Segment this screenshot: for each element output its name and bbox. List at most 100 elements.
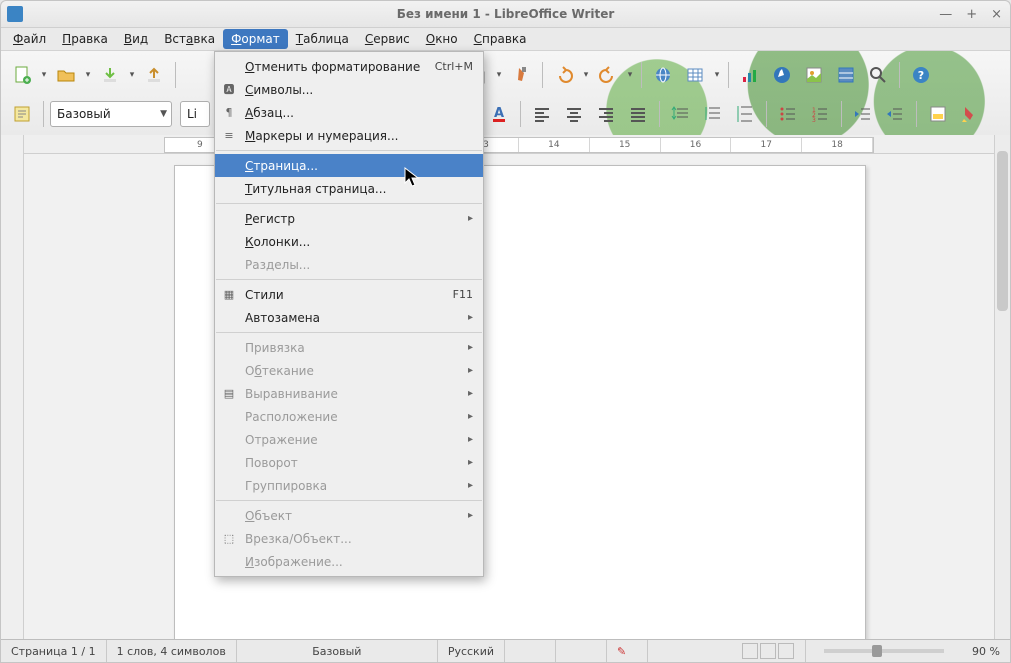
menu-вид[interactable]: Вид [116, 29, 156, 49]
menu-item[interactable]: ≡Маркеры и нумерация... [215, 124, 483, 147]
chart-icon[interactable] [735, 60, 765, 90]
open-dropdown[interactable]: ▾ [83, 70, 93, 80]
view-layout[interactable] [731, 640, 806, 662]
increase-indent-icon[interactable] [848, 99, 878, 129]
font-name-value: Li [187, 107, 197, 121]
hyperlink-icon[interactable] [648, 60, 678, 90]
table-icon[interactable] [680, 60, 710, 90]
maximize-button[interactable]: + [966, 7, 977, 22]
menu-item-label: Разделы... [245, 258, 310, 272]
zoom-icon[interactable] [863, 60, 893, 90]
datasource-icon[interactable] [831, 60, 861, 90]
horizontal-ruler: 9101112131415161718 [24, 135, 994, 154]
decrease-indent-icon[interactable] [880, 99, 910, 129]
export-icon[interactable] [139, 60, 169, 90]
separator [175, 62, 176, 88]
svg-text:?: ? [918, 69, 924, 82]
paragraph-bg-icon[interactable] [923, 99, 953, 129]
paragraph-style-combo[interactable]: Базовый▼ [50, 101, 172, 127]
vertical-scrollbar[interactable] [994, 135, 1010, 640]
save-icon[interactable] [95, 60, 125, 90]
submenu-arrow-icon: ▸ [468, 510, 473, 521]
zoom-value[interactable]: 90 % [962, 640, 1010, 662]
status-insert-mode[interactable] [505, 640, 556, 662]
line-spacing-15-icon[interactable] [698, 99, 728, 129]
menu-item-label: Отменить форматирование [245, 60, 420, 74]
menu-item[interactable]: Колонки... [215, 230, 483, 253]
status-page[interactable]: Страница 1 / 1 [1, 640, 107, 662]
close-button[interactable]: × [991, 7, 1002, 22]
menu-item: Поворот▸ [215, 451, 483, 474]
submenu-arrow-icon: ▸ [468, 365, 473, 376]
font-color-icon[interactable]: A [484, 99, 514, 129]
svg-text:A: A [494, 106, 504, 121]
menu-формат[interactable]: Формат [223, 29, 288, 49]
line-spacing-2-icon[interactable] [730, 99, 760, 129]
scrollbar-thumb[interactable] [997, 151, 1008, 311]
submenu-arrow-icon: ▸ [468, 411, 473, 422]
single-page-icon[interactable] [742, 643, 758, 659]
menu-item[interactable]: Титульная страница... [215, 177, 483, 200]
list-icon: ≡ [221, 127, 237, 143]
minimize-button[interactable]: — [939, 7, 952, 22]
styles-icon[interactable] [7, 99, 37, 129]
menu-separator [216, 332, 482, 333]
status-language[interactable]: Русский [438, 640, 505, 662]
save-dropdown[interactable]: ▾ [127, 70, 137, 80]
menu-правка[interactable]: Правка [54, 29, 116, 49]
book-view-icon[interactable] [778, 643, 794, 659]
open-icon[interactable] [51, 60, 81, 90]
font-name-combo[interactable]: Li [180, 101, 210, 127]
bullet-list-icon[interactable] [773, 99, 803, 129]
menu-item[interactable]: Отменить форматированиеCtrl+M [215, 55, 483, 78]
ruler-tick: 18 [802, 138, 873, 152]
menu-справка[interactable]: Справка [466, 29, 535, 49]
menu-item-label: Выравнивание [245, 387, 338, 401]
zoom-control[interactable] [806, 640, 962, 662]
align-right-icon[interactable] [591, 99, 621, 129]
menu-окно[interactable]: Окно [418, 29, 466, 49]
line-spacing-1-icon[interactable] [666, 99, 696, 129]
gallery-icon[interactable] [799, 60, 829, 90]
zoom-knob[interactable] [872, 645, 882, 657]
new-dropdown[interactable]: ▾ [39, 70, 49, 80]
menu-item: ⬚Врезка/Объект... [215, 527, 483, 550]
menu-item[interactable]: ¶Абзац... [215, 101, 483, 124]
menu-item-label: Объект [245, 509, 292, 523]
menu-item-label: Поворот [245, 456, 298, 470]
status-word-count[interactable]: 1 слов, 4 символов [107, 640, 237, 662]
navigator-icon[interactable] [767, 60, 797, 90]
multi-page-icon[interactable] [760, 643, 776, 659]
status-signature[interactable]: ✎ [607, 640, 648, 662]
align-center-icon[interactable] [559, 99, 589, 129]
menu-item[interactable]: Автозамена▸ [215, 306, 483, 329]
menu-item-label: Страница... [245, 159, 318, 173]
menu-item: ▤Выравнивание▸ [215, 382, 483, 405]
menu-файл[interactable]: Файл [5, 29, 54, 49]
menu-таблица[interactable]: Таблица [288, 29, 357, 49]
redo-icon[interactable] [593, 60, 623, 90]
menu-item[interactable]: ▦СтилиF11 [215, 283, 483, 306]
menu-item[interactable]: 🅰Символы... [215, 78, 483, 101]
status-page-style[interactable]: Базовый [237, 640, 438, 662]
highlight-icon[interactable] [955, 99, 985, 129]
menu-item-label: Символы... [245, 83, 313, 97]
new-icon[interactable] [7, 60, 37, 90]
help-icon[interactable]: ? [906, 60, 936, 90]
frame-icon: ⬚ [221, 530, 237, 546]
menu-item[interactable]: Регистр▸ [215, 207, 483, 230]
menu-item[interactable]: Страница... [215, 154, 483, 177]
number-list-icon[interactable]: 123 [805, 99, 835, 129]
status-selection-mode[interactable] [556, 640, 607, 662]
align-justify-icon[interactable] [623, 99, 653, 129]
menu-сервис[interactable]: Сервис [357, 29, 418, 49]
menu-bar: ФайлПравкаВидВставкаФорматТаблицаСервисО… [1, 28, 1010, 51]
menu-separator [216, 279, 482, 280]
format-paintbrush-icon[interactable] [506, 60, 536, 90]
undo-icon[interactable] [549, 60, 579, 90]
menu-item-label: Группировка [245, 479, 327, 493]
menu-separator [216, 150, 482, 151]
menu-вставка[interactable]: Вставка [156, 29, 223, 49]
align-left-icon[interactable] [527, 99, 557, 129]
zoom-slider[interactable] [824, 649, 944, 653]
